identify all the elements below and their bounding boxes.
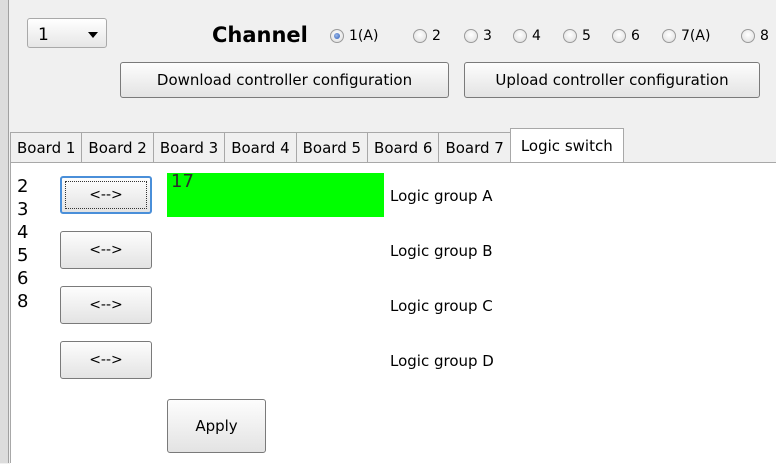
channel-radio-label: 8: [760, 28, 769, 44]
number-list[interactable]: 2 3 4 5 6 8: [13, 175, 45, 371]
list-item[interactable]: 3: [13, 198, 45, 221]
radio-icon: [612, 29, 626, 43]
logic-group-d-field[interactable]: [167, 338, 384, 382]
tab-board-3[interactable]: Board 3: [152, 132, 226, 162]
tab-logic-switch[interactable]: Logic switch: [509, 128, 624, 162]
board-select-value: 1: [38, 25, 49, 45]
logic-group-a-label: Logic group A: [390, 187, 493, 205]
channel-radio-1a[interactable]: 1(A): [330, 26, 378, 46]
radio-checked-icon: [330, 29, 344, 43]
logic-group-a-value: 17: [171, 171, 194, 192]
channel-label: Channel: [212, 23, 308, 47]
channel-radio-7a[interactable]: 7(A): [662, 26, 710, 46]
chevron-down-icon: [88, 32, 98, 38]
tab-board-2[interactable]: Board 2: [81, 132, 154, 162]
channel-radio-8[interactable]: 8: [741, 26, 769, 46]
radio-icon: [513, 29, 527, 43]
channel-radio-label: 2: [432, 28, 441, 44]
list-item[interactable]: 8: [13, 290, 45, 313]
list-item[interactable]: 4: [13, 221, 45, 244]
radio-icon: [741, 29, 755, 43]
list-item[interactable]: 6: [13, 267, 45, 290]
swap-button-group-a[interactable]: <-->: [60, 176, 152, 214]
logic-group-c-label: Logic group C: [390, 297, 493, 315]
radio-icon: [662, 29, 676, 43]
logic-group-d-label: Logic group D: [390, 352, 494, 370]
board-tabs: Board 1 Board 2 Board 3 Board 4 Board 5 …: [10, 128, 624, 162]
channel-radio-4[interactable]: 4: [513, 26, 541, 46]
channel-radio-label: 4: [532, 28, 541, 44]
channel-radio-3[interactable]: 3: [464, 26, 492, 46]
radio-icon: [464, 29, 478, 43]
logic-group-b-field[interactable]: [167, 228, 384, 272]
tab-board-5[interactable]: Board 5: [295, 132, 369, 162]
tab-board-7[interactable]: Board 7: [438, 132, 511, 162]
channel-radio-label: 1(A): [349, 28, 379, 44]
swap-button-group-d[interactable]: <-->: [60, 341, 152, 379]
list-item[interactable]: 5: [13, 244, 45, 267]
channel-radio-label: 5: [582, 28, 591, 44]
logic-group-b-label: Logic group B: [390, 242, 493, 260]
list-item[interactable]: 2: [13, 175, 45, 198]
channel-radio-label: 3: [483, 28, 492, 44]
channel-radio-6[interactable]: 6: [612, 26, 640, 46]
logic-group-c-field[interactable]: [167, 283, 384, 327]
swap-button-group-b[interactable]: <-->: [60, 231, 152, 269]
download-config-button[interactable]: Download controller configuration: [120, 62, 449, 98]
channel-radio-label: 6: [631, 28, 640, 44]
channel-radio-5[interactable]: 5: [563, 26, 591, 46]
channel-radio-label: 7(A): [681, 28, 711, 44]
upload-config-button[interactable]: Upload controller configuration: [464, 62, 760, 98]
window-left-frame: [0, 0, 9, 463]
logic-group-a-field[interactable]: 17: [167, 171, 384, 217]
tab-board-4[interactable]: Board 4: [224, 132, 297, 162]
apply-button[interactable]: Apply: [167, 399, 266, 453]
tab-board-1[interactable]: Board 1: [10, 132, 83, 162]
radio-icon: [413, 29, 427, 43]
radio-icon: [563, 29, 577, 43]
panel-left-border: [10, 162, 11, 463]
swap-button-group-c[interactable]: <-->: [60, 286, 152, 324]
channel-radio-2[interactable]: 2: [413, 26, 441, 46]
board-select-dropdown[interactable]: 1: [27, 18, 107, 48]
tab-board-6[interactable]: Board 6: [367, 132, 440, 162]
